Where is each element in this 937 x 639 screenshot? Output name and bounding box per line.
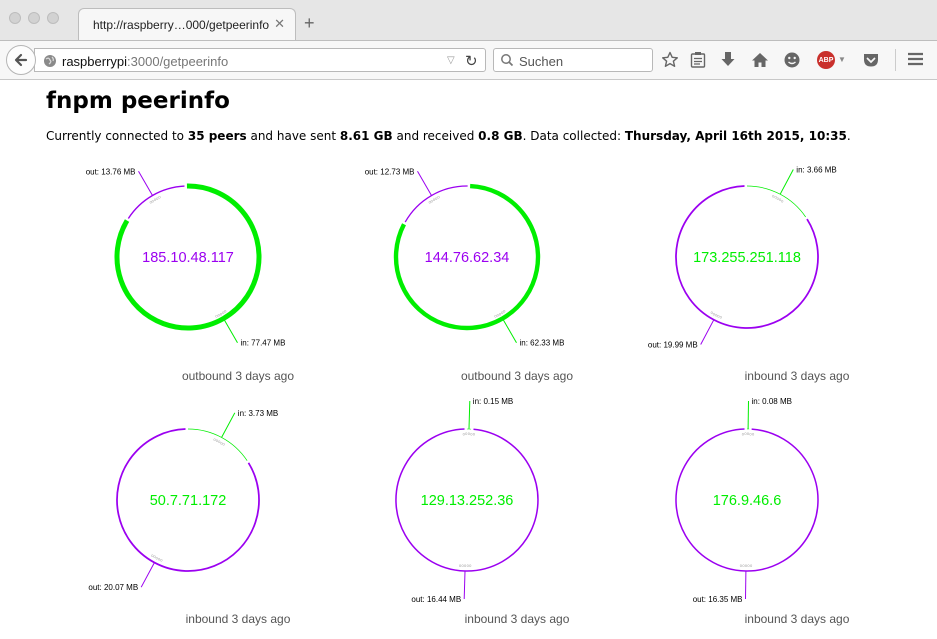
peer-connection-caption: inbound 3 days ago xyxy=(186,612,291,626)
axis-tick-label: 0 xyxy=(160,558,163,563)
in-label: in: 62.33 MB xyxy=(520,339,565,348)
url-host: raspberrypi xyxy=(62,54,128,69)
out-label: out: 12.73 MB xyxy=(365,167,415,176)
peer-chart: 0 0 0 0 000000out: 16.35 MBin: 0.08 MB176.9.… xyxy=(675,397,850,626)
in-label: in: 3.73 MB xyxy=(238,409,278,418)
axis-tick-label: 0 xyxy=(752,432,755,437)
out-label: out: 16.35 MB xyxy=(693,595,743,604)
axis-tick-label: 0 xyxy=(158,195,161,200)
hamburger-menu-icon[interactable] xyxy=(907,51,924,67)
reading-list-icon[interactable] xyxy=(690,51,706,69)
in-label: in: 77.47 MB xyxy=(241,339,286,348)
in-callout-line xyxy=(221,412,236,438)
outbound-arc xyxy=(127,185,185,219)
axis-tick-label: 0 xyxy=(750,563,753,568)
inbound-arc xyxy=(187,428,248,461)
axis-tick-label: 0 xyxy=(781,198,784,203)
peer-connection-caption: outbound 3 days ago xyxy=(461,369,573,383)
axis-tick-label: 0 xyxy=(503,309,506,314)
axis-tick-label: 0 xyxy=(469,563,472,568)
reload-icon[interactable]: ↻ xyxy=(465,52,478,70)
axis-tick-label: 0 xyxy=(224,309,227,314)
peer-connection-caption: outbound 3 days ago xyxy=(182,369,294,383)
out-callout-line xyxy=(138,171,153,196)
back-arrow-icon xyxy=(14,53,28,67)
out-callout-line xyxy=(463,570,466,600)
in-callout-line xyxy=(502,318,517,343)
peer-chart: 0 0 0 0 000000out: 19.99 MBin: 3.66 MB173.25… xyxy=(648,166,850,384)
peer-ip-address: 185.10.48.117 xyxy=(142,250,234,266)
peer-chart: 0 0 0 0 000000out: 16.44 MBin: 0.15 MB129.13… xyxy=(395,397,570,626)
outbound-arc xyxy=(404,185,468,223)
out-label: out: 19.99 MB xyxy=(648,341,698,350)
tab-close-icon[interactable]: ✕ xyxy=(274,17,285,30)
peer-connection-caption: inbound 3 days ago xyxy=(465,612,570,626)
peer-chart: 0 0 0 0 000000out: 20.07 MBin: 3.73 MB50.7.7… xyxy=(88,409,290,626)
out-label: out: 20.07 MB xyxy=(88,583,138,592)
out-callout-line xyxy=(700,319,715,345)
out-callout-line xyxy=(417,171,432,196)
axis-tick-label: 0 xyxy=(222,442,225,447)
out-callout-line xyxy=(140,562,155,588)
url-history-dropdown-icon[interactable]: ▽ xyxy=(447,55,455,66)
peer-chart: 000000 0 0 0 0out: 13.76 MBin: 77.47 MB185.1… xyxy=(86,167,295,383)
in-label: in: 0.08 MB xyxy=(752,397,792,406)
peer-ip-address: 50.7.71.172 xyxy=(150,493,227,509)
search-placeholder: Suchen xyxy=(519,54,564,69)
axis-tick-label: 0 xyxy=(473,432,476,437)
in-label: in: 0.15 MB xyxy=(473,397,513,406)
peer-connection-caption: inbound 3 days ago xyxy=(745,369,850,383)
search-icon xyxy=(501,54,514,67)
download-icon[interactable] xyxy=(720,51,736,69)
browser-tab[interactable]: http://raspberry…000/getpeerinfo ✕ xyxy=(78,8,296,40)
in-label: in: 3.66 MB xyxy=(796,166,836,175)
url-bar[interactable]: raspberrypi:3000/getpeerinfo ▽ ↻ xyxy=(34,48,486,72)
inbound-arc xyxy=(746,185,806,218)
tab-strip: http://raspberry…000/getpeerinfo ✕ + xyxy=(0,0,937,40)
peer-ip-address: 173.255.251.118 xyxy=(693,250,801,266)
out-label: out: 16.44 MB xyxy=(411,595,461,604)
bookmark-star-icon[interactable] xyxy=(661,51,679,69)
new-tab-button[interactable]: + xyxy=(304,14,315,32)
out-label: out: 13.76 MB xyxy=(86,167,136,176)
peer-ip-address: 176.9.46.6 xyxy=(713,493,782,509)
in-callout-line xyxy=(468,400,471,430)
axis-tick-label: 0 xyxy=(720,315,723,320)
axis-tick-label: 0 xyxy=(437,195,440,200)
url-path: :3000/getpeerinfo xyxy=(127,54,229,69)
in-callout-line xyxy=(779,169,794,195)
peer-chart: 000000 0 0 0 0out: 12.73 MBin: 62.33 MB144.7… xyxy=(365,167,574,383)
tab-title: http://raspberry…000/getpeerinfo xyxy=(93,18,270,32)
pocket-icon[interactable] xyxy=(862,51,880,69)
adblock-dropdown-icon[interactable]: ▼ xyxy=(838,55,846,64)
search-bar[interactable]: Suchen xyxy=(493,48,653,72)
toolbar-separator xyxy=(895,49,896,71)
smiley-icon[interactable] xyxy=(783,51,801,69)
peer-charts: 0 0 0 0 0 0 0 0 0 0 out: 13.76 MB in: 77.47 MB 185.1… xyxy=(86,166,850,627)
window-close-button[interactable] xyxy=(9,12,21,24)
peer-connection-caption: inbound 3 days ago xyxy=(745,612,850,626)
adblock-plus-icon[interactable]: ABP xyxy=(817,51,835,69)
url-text: raspberrypi:3000/getpeerinfo xyxy=(62,54,228,69)
window-zoom-button[interactable] xyxy=(47,12,59,24)
globe-icon xyxy=(44,55,56,67)
in-callout-line xyxy=(223,318,238,343)
peer-ip-address: 129.13.252.36 xyxy=(421,493,514,509)
navigation-toolbar: raspberrypi:3000/getpeerinfo ▽ ↻ Suchen … xyxy=(0,40,937,80)
home-icon[interactable] xyxy=(751,51,769,69)
back-button[interactable] xyxy=(6,45,36,75)
window-minimize-button[interactable] xyxy=(28,12,40,24)
peer-ip-address: 144.76.62.34 xyxy=(425,250,510,266)
